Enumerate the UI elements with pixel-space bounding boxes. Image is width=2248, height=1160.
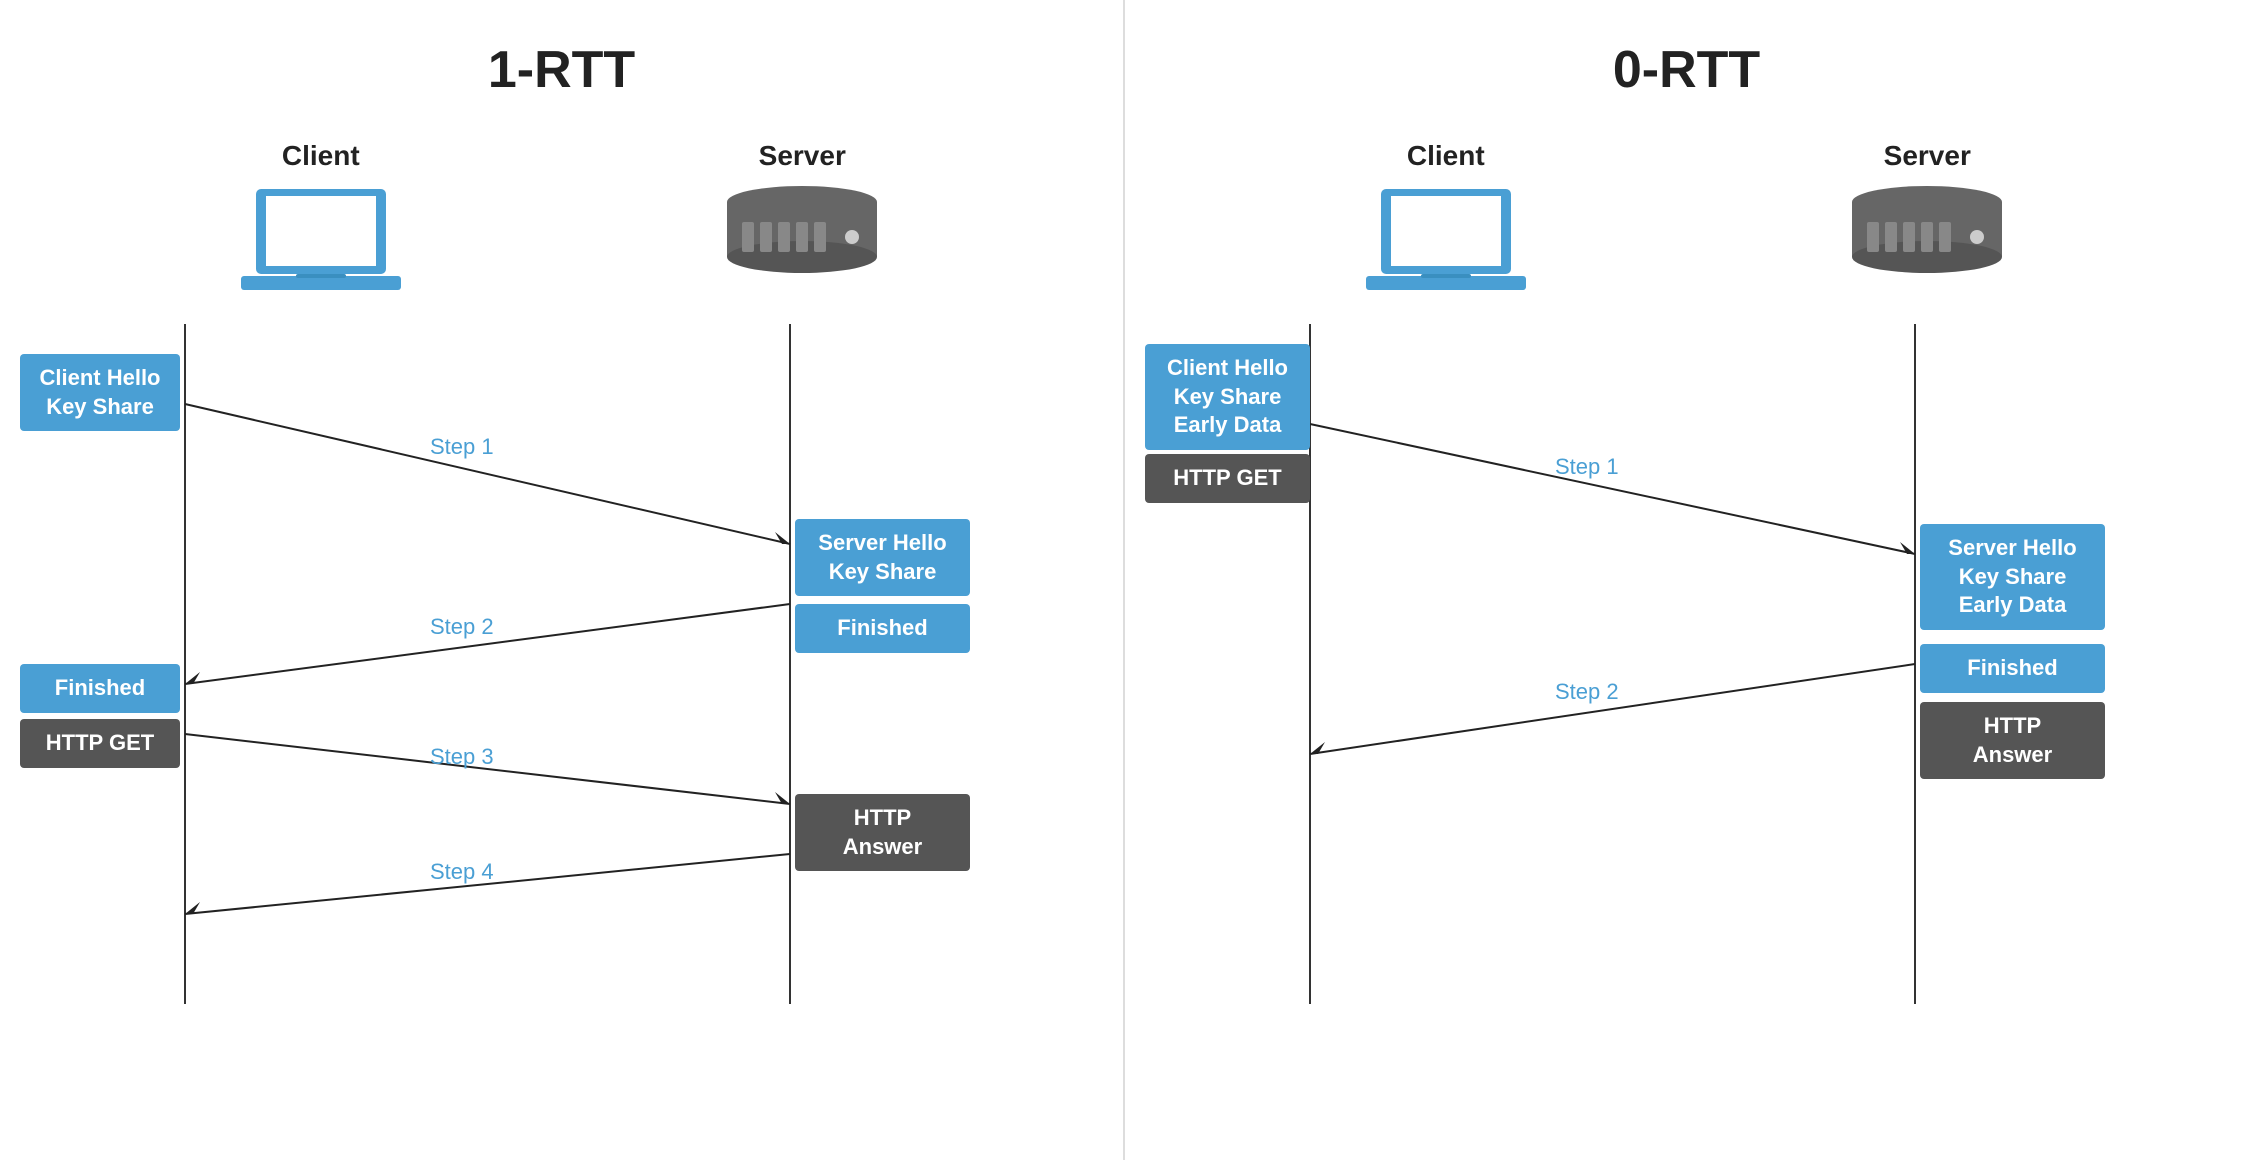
rtt0-client-entity: Client [1366, 140, 1526, 304]
rtt1-step3-label: Step 3 [430, 744, 494, 770]
rtt0-client-laptop-icon [1366, 184, 1526, 304]
rtt1-server-hello-box: Server HelloKey Share [795, 519, 970, 596]
rtt0-step2-label: Step 2 [1555, 679, 1619, 705]
rtt1-server-finished-text: Finished [837, 615, 927, 640]
rtt1-client-laptop-icon [241, 184, 401, 304]
rtt1-client-hello-box: Client HelloKey Share [20, 354, 180, 431]
rtt0-title: 0-RTT [1613, 40, 1760, 100]
rtt0-server-hello-box: Server HelloKey ShareEarly Data [1920, 524, 2105, 630]
rtt1-server-http-answer-text: HTTPAnswer [843, 805, 922, 859]
rtt1-client-label: Client [282, 140, 360, 172]
rtt0-client-hello-text: Client HelloKey ShareEarly Data [1167, 355, 1288, 437]
rtt1-step1-label: Step 1 [430, 434, 494, 460]
rtt1-client-finished-text: Finished [55, 675, 145, 700]
rtt1-client-httpget-text: HTTP GET [46, 730, 154, 755]
rtt0-server-icon [1847, 184, 2007, 294]
rtt1-server-icon [722, 184, 882, 294]
rtt1-sequence: Client HelloKey Share Server HelloKey Sh… [0, 324, 1123, 1160]
rtt0-step1-label: Step 1 [1555, 454, 1619, 480]
rtt1-server-http-answer-box: HTTPAnswer [795, 794, 970, 871]
rtt0-server-finished-text: Finished [1967, 655, 2057, 680]
rtt1-server-entity: Server [722, 140, 882, 294]
rtt1-client-hello-text: Client HelloKey Share [39, 365, 160, 419]
rtt1-client-httpget-box: HTTP GET [20, 719, 180, 768]
rtt1-step2-label: Step 2 [430, 614, 494, 640]
rtt1-entities: Client Server [0, 140, 1123, 304]
rtt1-server-label: Server [759, 140, 846, 172]
rtt0-client-httpget-box: HTTP GET [1145, 454, 1310, 503]
rtt1-title: 1-RTT [488, 40, 635, 100]
rtt1-section: 1-RTT Client Server [0, 0, 1123, 1160]
rtt0-server-http-answer-box: HTTPAnswer [1920, 702, 2105, 779]
rtt1-client-finished-box: Finished [20, 664, 180, 713]
rtt0-client-label: Client [1407, 140, 1485, 172]
rtt1-client-entity: Client [241, 140, 401, 304]
rtt1-server-hello-text: Server HelloKey Share [818, 530, 946, 584]
rtt0-server-entity: Server [1847, 140, 2007, 294]
rtt0-entities: Client Server [1125, 140, 2248, 304]
rtt0-server-http-answer-text: HTTPAnswer [1973, 713, 2052, 767]
rtt0-client-httpget-text: HTTP GET [1173, 465, 1281, 490]
rtt0-server-hello-text: Server HelloKey ShareEarly Data [1948, 535, 2076, 617]
rtt0-server-label: Server [1884, 140, 1971, 172]
rtt0-client-hello-box: Client HelloKey ShareEarly Data [1145, 344, 1310, 450]
main-container: 1-RTT Client Server [0, 0, 2248, 1160]
rtt0-sequence: Client HelloKey ShareEarly Data HTTP GET… [1125, 324, 2248, 1160]
rtt1-server-finished-box: Finished [795, 604, 970, 653]
rtt0-server-finished-box: Finished [1920, 644, 2105, 693]
rtt1-step4-label: Step 4 [430, 859, 494, 885]
rtt0-section: 0-RTT Client Server [1125, 0, 2248, 1160]
